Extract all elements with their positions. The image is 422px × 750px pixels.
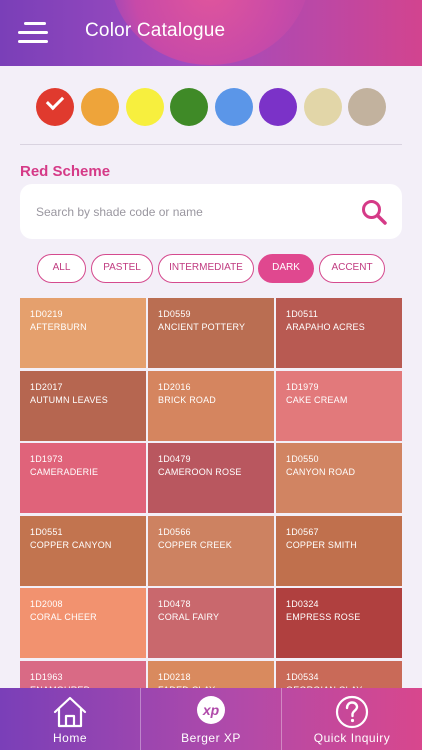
shade-name: COPPER SMITH xyxy=(286,539,357,550)
shade-tile[interactable]: 1D0479 CAMEROON ROSE xyxy=(148,443,274,513)
shade-name: CORAL CHEER xyxy=(30,612,97,622)
shade-tile[interactable]: 1D2016 BRICK ROAD xyxy=(148,370,274,441)
shade-tile[interactable]: 1D1963ENAMOURED xyxy=(20,660,146,690)
filter-chip-intermediate[interactable]: INTERMEDIATE xyxy=(158,254,254,283)
shade-code: 1D1963 xyxy=(30,671,63,682)
color-swatch[interactable] xyxy=(259,88,297,126)
nav-berger-xp[interactable]: xp Berger XP xyxy=(141,688,281,750)
shade-code: 1D1973 xyxy=(30,454,63,464)
shade-code: 1D2017 xyxy=(30,381,63,392)
shade-code: 1D0551 xyxy=(30,526,63,537)
shade-code: 1D0534 xyxy=(286,671,319,682)
filter-chip-accent[interactable]: ACCENT xyxy=(319,254,385,283)
shade-name: ARAPAHO ACRES xyxy=(286,322,365,332)
shade-name: CAKE CREAM xyxy=(286,394,348,405)
svg-text:xp: xp xyxy=(202,702,220,718)
shade-name: ANCIENT POTTERY xyxy=(158,322,246,332)
shade-name: CANYON ROAD xyxy=(286,467,356,477)
shade-code: 1D2008 xyxy=(30,599,63,609)
shade-code: 1D0478 xyxy=(158,599,191,609)
color-family-selector xyxy=(0,88,422,128)
shade-tile[interactable]: 1D0550 CANYON ROAD xyxy=(276,443,402,513)
shade-tile[interactable]: 1D0534GEORGIAN CLAY xyxy=(276,660,402,690)
shade-code: 1D0511 xyxy=(286,309,319,319)
shade-tile[interactable]: 1D2017 AUTUMN LEAVES xyxy=(20,370,146,441)
shade-code: 1D0559 xyxy=(158,309,191,319)
shade-tile[interactable]: 1D0511 ARAPAHO ACRES xyxy=(276,298,402,368)
shade-name: AFTERBURN xyxy=(30,322,87,332)
shade-tile[interactable]: 1D0567 COPPER SMITH xyxy=(276,515,402,586)
shade-code: 1D0567 xyxy=(286,526,319,537)
color-swatch[interactable] xyxy=(304,88,342,126)
shade-name: BRICK ROAD xyxy=(158,394,217,405)
shade-code: 1D0218 xyxy=(158,671,191,682)
search-box xyxy=(20,184,402,239)
shade-code: 1D0550 xyxy=(286,454,319,464)
shade-name: COPPER CREEK xyxy=(158,539,232,550)
color-swatch[interactable] xyxy=(36,88,74,126)
color-swatch[interactable] xyxy=(348,88,386,126)
nav-berger-xp-label: Berger XP xyxy=(181,731,241,745)
app-header: Color Catalogue xyxy=(0,0,422,66)
color-swatch[interactable] xyxy=(126,88,164,126)
shade-tile[interactable]: 1D1973 CAMERADERIE xyxy=(20,443,146,513)
shade-code: 1D0566 xyxy=(158,526,191,537)
filter-chip-dark[interactable]: DARK xyxy=(258,254,314,283)
shade-tile[interactable]: 1D0219 AFTERBURN xyxy=(20,298,146,368)
color-swatch[interactable] xyxy=(170,88,208,126)
shade-tile[interactable]: 1D0478 CORAL FAIRY xyxy=(148,588,274,658)
shade-tile[interactable]: 1D0324 EMPRESS ROSE xyxy=(276,588,402,658)
nav-quick-inquiry-label: Quick Inquiry xyxy=(313,731,391,745)
shade-tile[interactable]: 1D0566 COPPER CREEK xyxy=(148,515,274,586)
shade-grid: 1D0219 AFTERBURN 1D0559 ANCIENT POTTERY 1D05… xyxy=(20,298,402,690)
color-swatch[interactable] xyxy=(81,88,119,126)
shade-code: 1D1979 xyxy=(286,381,319,392)
shade-name: CAMEROON ROSE xyxy=(158,467,242,477)
question-icon xyxy=(335,695,369,729)
filter-chip-all[interactable]: ALL xyxy=(37,254,86,283)
nav-home[interactable]: Home xyxy=(0,688,140,750)
shade-name: CAMERADERIE xyxy=(30,467,99,477)
shade-filter-chips: ALL PASTEL INTERMEDIATE DARK ACCENT xyxy=(0,254,422,284)
berger-xp-icon: xp xyxy=(197,696,225,724)
page-title: Color Catalogue xyxy=(85,20,226,41)
shade-tile[interactable]: 1D0559 ANCIENT POTTERY xyxy=(148,298,274,368)
shade-name: AUTUMN LEAVES xyxy=(30,394,108,405)
shade-tile[interactable]: 1D2008 CORAL CHEER xyxy=(20,588,146,658)
color-swatch[interactable] xyxy=(215,88,253,126)
nav-quick-inquiry[interactable]: Quick Inquiry xyxy=(282,688,422,750)
search-icon[interactable] xyxy=(360,198,388,226)
search-input[interactable] xyxy=(36,184,336,239)
shade-name: EMPRESS ROSE xyxy=(286,612,361,622)
shade-name: CORAL FAIRY xyxy=(158,612,220,622)
bottom-nav: Home xp Berger XP Quick Inquiry xyxy=(0,688,422,750)
shade-code: 1D0219 xyxy=(30,309,63,319)
home-icon xyxy=(53,696,87,728)
shade-name: COPPER CANYON xyxy=(30,539,112,550)
nav-home-label: Home xyxy=(52,731,87,745)
divider xyxy=(20,144,402,145)
filter-chip-pastel[interactable]: PASTEL xyxy=(91,254,153,283)
scheme-title: Red Scheme xyxy=(20,163,111,180)
shade-code: 1D0479 xyxy=(158,454,191,464)
shade-tile[interactable]: 1D0218FADED CLAY xyxy=(148,660,274,690)
shade-code: 1D2016 xyxy=(158,381,191,392)
check-icon xyxy=(45,91,65,111)
shade-tile[interactable]: 1D1979 CAKE CREAM xyxy=(276,370,402,441)
shade-tile[interactable]: 1D0551 COPPER CANYON xyxy=(20,515,146,586)
shade-code: 1D0324 xyxy=(286,599,319,609)
menu-icon[interactable] xyxy=(18,20,48,46)
